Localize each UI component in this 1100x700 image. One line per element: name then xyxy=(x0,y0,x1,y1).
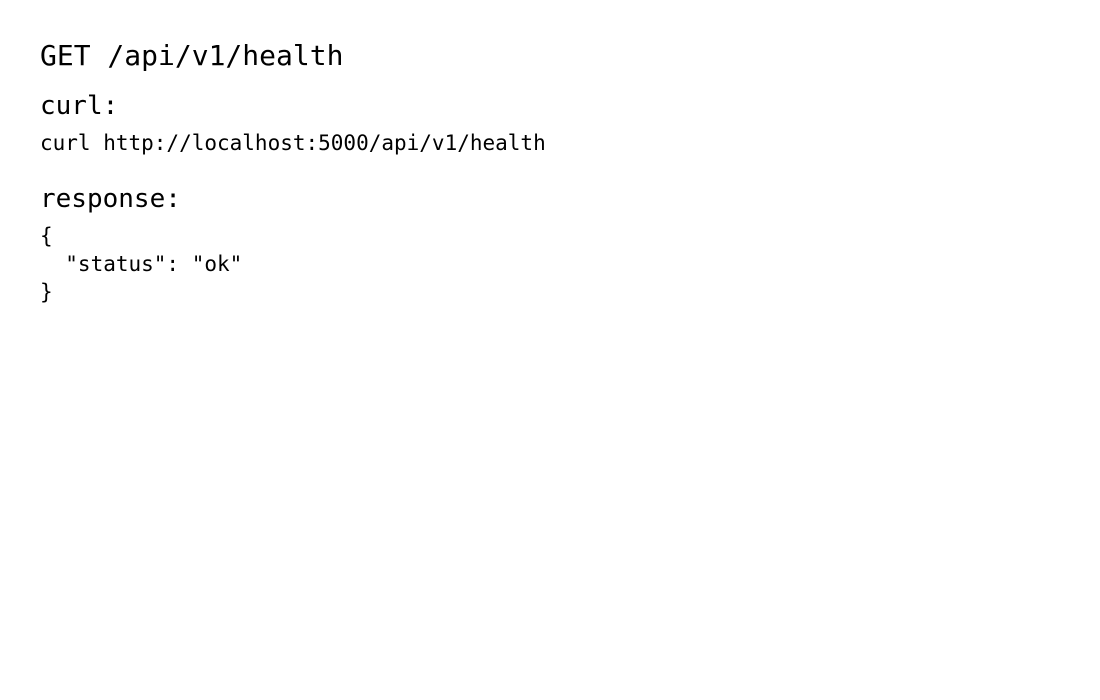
endpoint-title: GET /api/v1/health xyxy=(40,39,344,72)
curl-heading: curl: xyxy=(40,91,119,121)
response-heading: response: xyxy=(40,184,181,214)
response-body: { "status": "ok" } xyxy=(40,224,243,304)
curl-command: curl http://localhost:5000/api/v1/health xyxy=(40,131,546,155)
